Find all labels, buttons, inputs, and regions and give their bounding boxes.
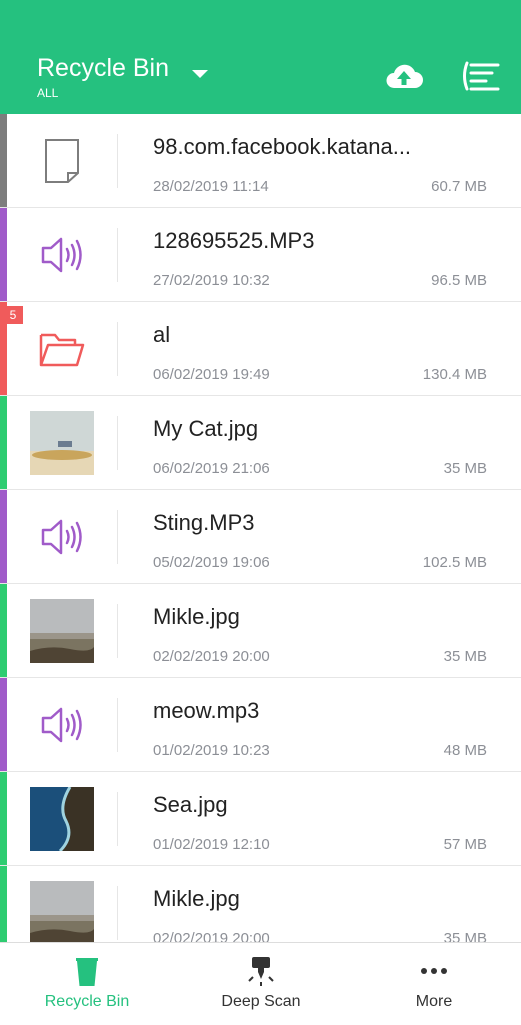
image-thumbnail: [30, 411, 94, 475]
item-size: 57 MB: [443, 836, 487, 853]
divider: [117, 228, 118, 282]
item-size: 60.7 MB: [431, 178, 487, 195]
sort-icon[interactable]: [460, 60, 500, 92]
item-date: 27/02/2019 10:32: [153, 272, 270, 289]
item-icon: [30, 505, 94, 569]
item-size: 35 MB: [443, 930, 487, 942]
cloud-upload-icon[interactable]: [384, 58, 424, 94]
nav-more[interactable]: More: [347, 943, 521, 1025]
list-item[interactable]: 98.com.facebook.katana... 28/02/2019 11:1…: [0, 114, 521, 208]
item-date: 02/02/2019 20:00: [153, 930, 270, 942]
item-name: al: [153, 322, 171, 347]
list-item[interactable]: 5 al 06/02/2019 19:49 130.4 MB: [0, 302, 521, 396]
list-item[interactable]: Sea.jpg 01/02/2019 12:10 57 MB: [0, 772, 521, 866]
item-date: 06/02/2019 21:06: [153, 460, 270, 477]
item-date: 02/02/2019 20:00: [153, 648, 270, 665]
more-dots-icon: [421, 968, 447, 974]
divider: [117, 510, 118, 564]
chevron-down-icon[interactable]: [192, 70, 208, 78]
type-color-bar: [0, 584, 7, 677]
bottom-nav: Recycle Bin Deep Scan More: [0, 942, 521, 1024]
type-color-bar: [0, 866, 7, 942]
list-item[interactable]: 128695525.MP3 27/02/2019 10:32 96.5 MB: [0, 208, 521, 302]
item-size: 130.4 MB: [422, 366, 487, 383]
item-name: 98.com.facebook.katana...: [153, 134, 412, 159]
page-title[interactable]: Recycle Bin: [37, 54, 169, 83]
list-item[interactable]: Mikle.jpg 02/02/2019 20:00 35 MB: [0, 866, 521, 942]
type-color-bar: [0, 490, 7, 583]
count-badge: 5: [3, 306, 23, 324]
nav-label: Deep Scan: [221, 993, 301, 1010]
item-icon: [30, 223, 94, 287]
speaker-icon: [41, 237, 82, 273]
item-size: 96.5 MB: [431, 272, 487, 289]
divider: [117, 416, 118, 470]
item-name: Mikle.jpg: [153, 886, 240, 911]
item-name: 128695525.MP3: [153, 228, 315, 253]
list-item[interactable]: My Cat.jpg 06/02/2019 21:06 35 MB: [0, 396, 521, 490]
folder-icon: [39, 333, 85, 367]
drill-icon: [248, 957, 274, 986]
item-size: 35 MB: [443, 648, 487, 665]
item-size: 102.5 MB: [422, 554, 487, 571]
item-name: Sting.MP3: [153, 510, 255, 535]
nav-label: More: [415, 993, 453, 1010]
speaker-icon: [41, 707, 82, 743]
divider: [117, 134, 118, 188]
list-item[interactable]: Sting.MP3 05/02/2019 19:06 102.5 MB: [0, 490, 521, 584]
file-list: 98.com.facebook.katana... 28/02/2019 11:1…: [0, 114, 521, 942]
list-item[interactable]: meow.mp3 01/02/2019 10:23 48 MB: [0, 678, 521, 772]
item-size: 35 MB: [443, 460, 487, 477]
divider: [117, 322, 118, 376]
divider: [117, 698, 118, 752]
image-thumbnail: [30, 787, 94, 851]
type-color-bar: [0, 772, 7, 865]
image-thumbnail: [30, 599, 94, 663]
item-date: 06/02/2019 19:49: [153, 366, 270, 383]
item-date: 05/02/2019 19:06: [153, 554, 270, 571]
image-thumbnail: [30, 881, 94, 942]
item-name: Sea.jpg: [153, 792, 228, 817]
type-color-bar: [0, 114, 7, 207]
type-color-bar: [0, 678, 7, 771]
item-size: 48 MB: [443, 742, 487, 759]
item-icon: [30, 129, 94, 193]
list-item[interactable]: Mikle.jpg 02/02/2019 20:00 35 MB: [0, 584, 521, 678]
speaker-icon: [41, 519, 82, 555]
item-name: meow.mp3: [153, 698, 260, 723]
nav-deep-scan[interactable]: Deep Scan: [174, 943, 348, 1025]
divider: [117, 792, 118, 846]
item-date: 01/02/2019 12:10: [153, 836, 270, 853]
app-bar: Recycle Bin ALL: [0, 0, 521, 114]
type-color-bar: [0, 208, 7, 301]
item-name: Mikle.jpg: [153, 604, 240, 629]
divider: [117, 886, 118, 940]
item-icon: [30, 317, 94, 381]
page-subtitle: ALL: [37, 86, 59, 100]
item-date: 28/02/2019 11:14: [153, 178, 269, 195]
item-name: My Cat.jpg: [153, 416, 259, 441]
item-date: 01/02/2019 10:23: [153, 742, 270, 759]
item-icon: [30, 693, 94, 757]
trash-bin-icon: [76, 958, 98, 986]
nav-label: Recycle Bin: [44, 993, 130, 1010]
nav-recycle-bin[interactable]: Recycle Bin: [0, 943, 174, 1025]
divider: [117, 604, 118, 658]
type-color-bar: [0, 396, 7, 489]
file-icon: [45, 139, 79, 183]
